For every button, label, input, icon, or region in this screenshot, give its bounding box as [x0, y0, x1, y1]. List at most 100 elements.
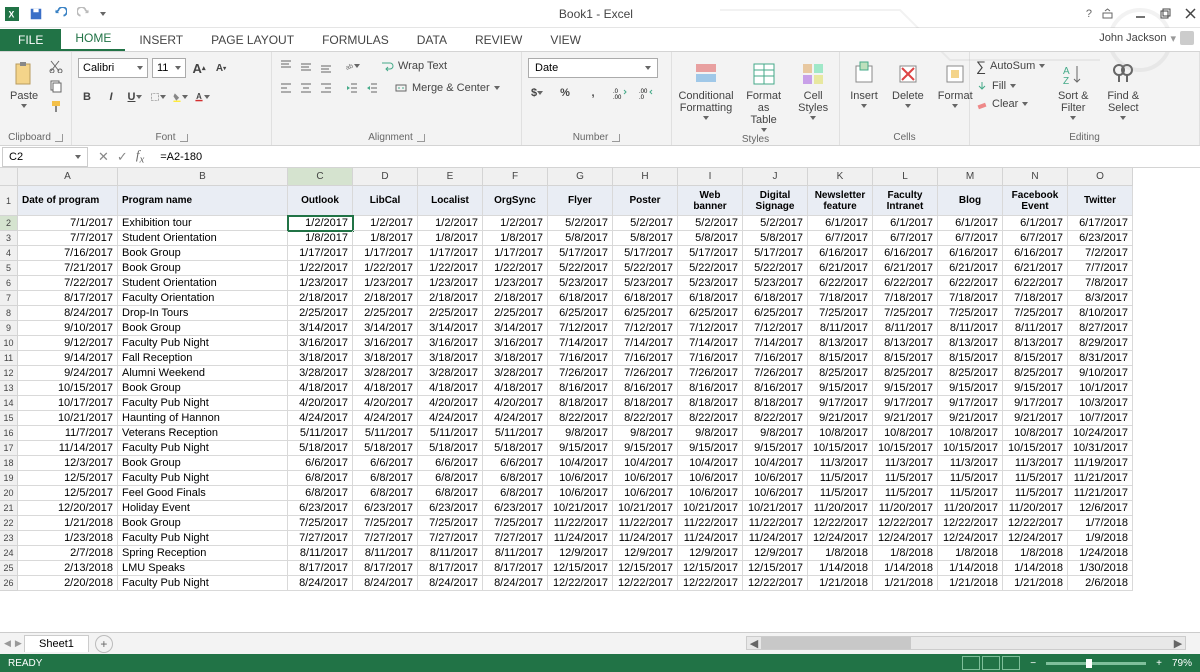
cell[interactable]: 8/25/2017	[938, 366, 1003, 381]
cell[interactable]: Book Group	[118, 321, 288, 336]
cell[interactable]: 1/8/2018	[808, 546, 873, 561]
cell[interactable]: 8/22/2017	[548, 411, 613, 426]
row-header[interactable]: 4	[0, 246, 18, 261]
cell[interactable]: 6/21/2017	[1003, 261, 1068, 276]
cell[interactable]: 9/24/2017	[18, 366, 118, 381]
cell[interactable]: 10/21/2017	[678, 501, 743, 516]
cell[interactable]: 12/9/2017	[743, 546, 808, 561]
cell[interactable]: 1/2/2017	[353, 216, 418, 231]
cell[interactable]: 11/3/2017	[938, 456, 1003, 471]
fill-button[interactable]: Fill	[976, 80, 1045, 92]
cell[interactable]: 5/17/2017	[613, 246, 678, 261]
cell[interactable]: 2/18/2017	[353, 291, 418, 306]
column-header[interactable]: M	[938, 168, 1003, 186]
cell[interactable]: 6/7/2017	[938, 231, 1003, 246]
undo-icon[interactable]	[52, 6, 68, 22]
font-launcher[interactable]	[180, 134, 188, 142]
increase-font-icon[interactable]: A▴	[190, 59, 208, 77]
cell[interactable]: 8/22/2017	[743, 411, 808, 426]
cell[interactable]: 8/22/2017	[613, 411, 678, 426]
cell[interactable]: 1/17/2017	[288, 246, 353, 261]
cell[interactable]: 11/3/2017	[808, 456, 873, 471]
cell[interactable]: 1/22/2017	[483, 261, 548, 276]
cell[interactable]: 9/15/2017	[808, 381, 873, 396]
row-header[interactable]: 5	[0, 261, 18, 276]
cell[interactable]: 10/6/2017	[613, 471, 678, 486]
row-header[interactable]: 18	[0, 456, 18, 471]
cell[interactable]: 8/25/2017	[808, 366, 873, 381]
cell[interactable]: 8/13/2017	[808, 336, 873, 351]
add-sheet-button[interactable]: +	[95, 635, 113, 653]
number-format-select[interactable]: Date	[528, 58, 658, 78]
cell[interactable]: 8/15/2017	[938, 351, 1003, 366]
cell[interactable]: 5/11/2017	[483, 426, 548, 441]
cell[interactable]: 8/18/2017	[613, 396, 678, 411]
cell[interactable]: 9/15/2017	[613, 441, 678, 456]
cell[interactable]: 9/15/2017	[873, 381, 938, 396]
fill-color-icon[interactable]	[172, 89, 188, 105]
row-header[interactable]: 12	[0, 366, 18, 381]
cell[interactable]: 11/3/2017	[1003, 456, 1068, 471]
cell[interactable]: 6/8/2017	[353, 471, 418, 486]
cell[interactable]: 9/15/2017	[938, 381, 1003, 396]
cell[interactable]: 10/31/2017	[1068, 441, 1133, 456]
column-header[interactable]: K	[808, 168, 873, 186]
decrease-decimal-icon[interactable]: .00.0	[638, 85, 654, 101]
row-header[interactable]: 23	[0, 531, 18, 546]
header-cell[interactable]: Date of program	[18, 186, 118, 216]
cell[interactable]: 1/21/2018	[18, 516, 118, 531]
cell[interactable]: 2/18/2017	[483, 291, 548, 306]
cell[interactable]: 6/18/2017	[548, 291, 613, 306]
cell[interactable]: 1/9/2018	[1068, 531, 1133, 546]
cell[interactable]: 8/15/2017	[873, 351, 938, 366]
cell[interactable]: 7/26/2017	[548, 366, 613, 381]
cell[interactable]: 6/25/2017	[743, 306, 808, 321]
cell[interactable]: 5/23/2017	[678, 276, 743, 291]
cell[interactable]: 11/19/2017	[1068, 456, 1133, 471]
orientation-icon[interactable]: ab	[344, 58, 360, 74]
sheet-tab-1[interactable]: Sheet1	[24, 635, 89, 652]
cell[interactable]: 7/25/2017	[1003, 306, 1068, 321]
row-header[interactable]: 15	[0, 411, 18, 426]
cell[interactable]: 2/7/2018	[18, 546, 118, 561]
cell[interactable]: 4/18/2017	[483, 381, 548, 396]
cell[interactable]: LMU Speaks	[118, 561, 288, 576]
cell[interactable]: 5/22/2017	[678, 261, 743, 276]
cell[interactable]: 6/23/2017	[1068, 231, 1133, 246]
cell[interactable]: 1/22/2017	[418, 261, 483, 276]
cell[interactable]: 1/2/2017	[483, 216, 548, 231]
cell[interactable]: 10/21/2017	[613, 501, 678, 516]
minimize-icon[interactable]	[1135, 8, 1146, 19]
row-header[interactable]: 11	[0, 351, 18, 366]
cell[interactable]: 7/14/2017	[743, 336, 808, 351]
cell[interactable]: 9/17/2017	[1003, 396, 1068, 411]
column-header[interactable]: C	[288, 168, 353, 186]
cell[interactable]: 7/12/2017	[613, 321, 678, 336]
cell[interactable]: 8/13/2017	[873, 336, 938, 351]
cell[interactable]: 2/20/2018	[18, 576, 118, 591]
row-header[interactable]: 7	[0, 291, 18, 306]
underline-button[interactable]: U	[126, 88, 144, 106]
row-header[interactable]: 10	[0, 336, 18, 351]
delete-cells-button[interactable]: Delete	[888, 58, 928, 110]
zoom-slider[interactable]	[1046, 662, 1146, 665]
cell[interactable]: 11/20/2017	[873, 501, 938, 516]
cell[interactable]: 5/18/2017	[288, 441, 353, 456]
cell[interactable]: 6/22/2017	[938, 276, 1003, 291]
align-left-icon[interactable]	[278, 80, 294, 96]
cell[interactable]: 9/17/2017	[873, 396, 938, 411]
header-cell[interactable]: Localist	[418, 186, 483, 216]
insert-cells-button[interactable]: Insert	[846, 58, 882, 110]
cell[interactable]: 5/22/2017	[613, 261, 678, 276]
cell[interactable]: 11/14/2017	[18, 441, 118, 456]
cell[interactable]: 6/18/2017	[743, 291, 808, 306]
number-launcher[interactable]	[612, 134, 620, 142]
cancel-formula-icon[interactable]: ✕	[98, 149, 109, 165]
italic-button[interactable]: I	[102, 88, 120, 106]
cell[interactable]: 6/16/2017	[808, 246, 873, 261]
cell[interactable]: 6/23/2017	[483, 501, 548, 516]
cell[interactable]: 5/2/2017	[743, 216, 808, 231]
cell[interactable]: 8/13/2017	[1003, 336, 1068, 351]
cell[interactable]: 7/16/2017	[613, 351, 678, 366]
cell[interactable]: 5/2/2017	[678, 216, 743, 231]
